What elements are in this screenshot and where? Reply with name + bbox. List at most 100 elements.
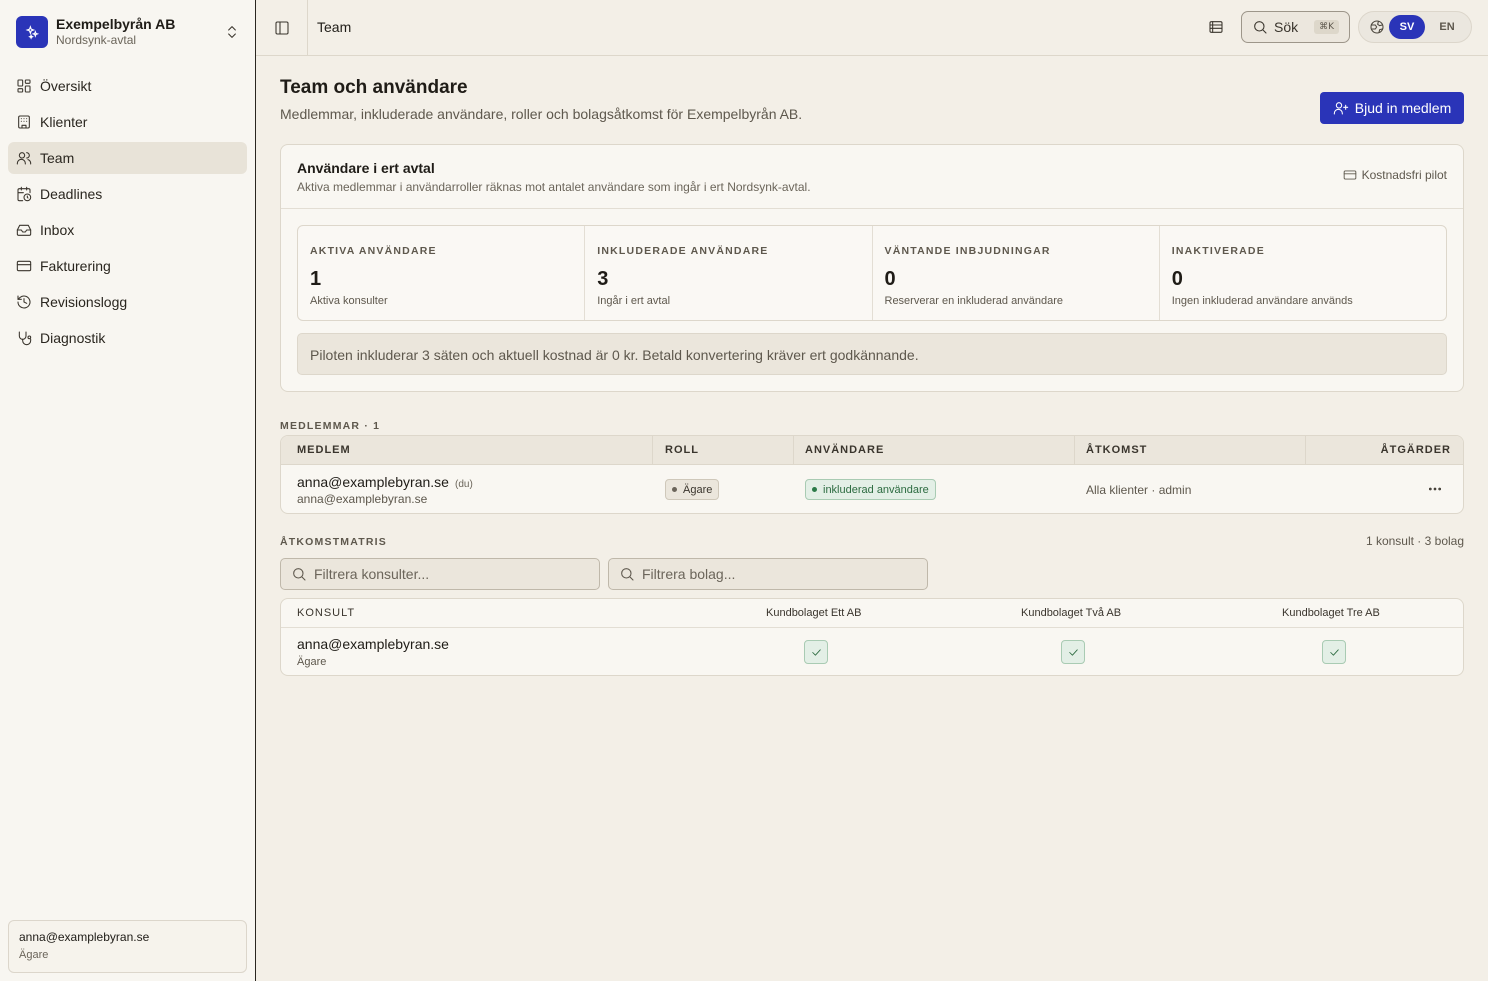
- org-subtitle: Nordsynk-avtal: [56, 33, 137, 47]
- stat-note: Aktiva konsulter: [310, 295, 388, 307]
- check-icon: [1328, 646, 1341, 659]
- role-badge[interactable]: Ägare: [665, 479, 720, 500]
- sidebar: Exempelbyrån AB Nordsynk-avtal Översikt …: [0, 0, 256, 981]
- pilot-notice: Piloten inkluderar 3 säten och aktuell k…: [297, 333, 1447, 375]
- language-switcher: SV EN: [1358, 11, 1472, 43]
- member-email-text: anna@examplebyran.se: [297, 474, 449, 490]
- matrix-section-label: ÅTKOMSTMATRIS: [280, 536, 387, 548]
- sidebar-item-label: Team: [40, 150, 75, 166]
- inbox-icon: [16, 222, 32, 238]
- members-section-label: MEDLEMMAR · 1: [280, 420, 381, 432]
- page-subtitle: Medlemmar, inkluderade användare, roller…: [280, 106, 803, 122]
- check-icon: [1067, 646, 1080, 659]
- search-shortcut: ⌘K: [1314, 20, 1339, 34]
- lang-en-button[interactable]: EN: [1429, 15, 1465, 39]
- stat-value: 0: [1171, 268, 1183, 290]
- stat-value: 3: [597, 268, 609, 290]
- org-switcher[interactable]: Exempelbyrån AB Nordsynk-avtal: [8, 8, 248, 56]
- stat-note: Ingen inkluderad användare används: [1171, 295, 1353, 307]
- stat-label: VÄNTANDE INBJUDNINGAR: [884, 245, 1051, 257]
- table-row: anna@examplebyran.se (du) anna@examplebyr…: [281, 465, 1463, 513]
- search-icon: [619, 566, 635, 582]
- matrix-count: 1 konsult · 3 bolag: [1365, 534, 1464, 548]
- col-company-3: Kundbolaget Tre AB: [1282, 607, 1380, 619]
- member-subtext: anna@examplebyran.se: [297, 492, 428, 506]
- col-user[interactable]: ANVÄNDARE: [805, 436, 884, 465]
- access-checkbox-company-3[interactable]: [1322, 640, 1346, 664]
- globe-icon: [1369, 19, 1385, 35]
- access-matrix: KONSULT Kundbolaget Ett AB Kundbolaget T…: [280, 598, 1464, 676]
- stat-pending-invites: VÄNTANDE INBJUDNINGAR 0 Reserverar en in…: [873, 226, 1160, 320]
- access-checkbox-company-2[interactable]: [1061, 640, 1085, 664]
- check-icon: [810, 646, 823, 659]
- members-table: MEDLEM ROLL ANVÄNDARE ÅTKOMST ÅTGÄRDER a…: [280, 435, 1464, 514]
- sidebar-item-label: Klienter: [40, 114, 88, 130]
- user-plus-icon: [1333, 100, 1349, 116]
- sidebar-item-klienter[interactable]: Klienter: [8, 106, 247, 138]
- user-status-badge: inkluderad användare: [805, 479, 936, 500]
- invite-member-label: Bjud in medlem: [1354, 100, 1452, 116]
- sidebar-item-inbox[interactable]: Inbox: [8, 214, 247, 246]
- stat-value: 1: [310, 268, 322, 290]
- matrix-header: KONSULT Kundbolaget Ett AB Kundbolaget T…: [281, 599, 1463, 628]
- stat-label: AKTIVA ANVÄNDARE: [310, 245, 437, 257]
- sidebar-item-label: Fakturering: [40, 258, 111, 274]
- stethoscope-icon: [16, 330, 32, 346]
- col-member[interactable]: MEDLEM: [297, 436, 351, 465]
- panel-left-icon: [274, 20, 290, 36]
- col-role[interactable]: ROLL: [665, 436, 699, 465]
- matrix-filters: [280, 558, 928, 590]
- user-role: Ägare: [19, 949, 49, 961]
- col-company-1: Kundbolaget Ett AB: [766, 607, 862, 619]
- sidebar-item-fakturering[interactable]: Fakturering: [8, 250, 247, 282]
- col-actions: ÅTGÄRDER: [1380, 444, 1451, 456]
- sidebar-item-label: Deadlines: [40, 186, 103, 202]
- credit-card-icon: [16, 258, 32, 274]
- org-name: Exempelbyrån AB: [56, 16, 176, 32]
- filter-consultants: [280, 558, 600, 590]
- chevrons-up-down-icon[interactable]: [224, 24, 240, 40]
- sidebar-toggle-button[interactable]: [256, 0, 308, 55]
- stat-note: Ingår i ert avtal: [597, 295, 671, 307]
- credit-card-icon: [1343, 168, 1357, 182]
- history-icon: [16, 294, 32, 310]
- sidebar-item-label: Inbox: [40, 222, 75, 238]
- col-company-2: Kundbolaget Två AB: [1021, 607, 1122, 619]
- page-breadcrumb: Team: [317, 19, 352, 35]
- sidebar-item-revisionslogg[interactable]: Revisionslogg: [8, 286, 247, 318]
- user-status-label: inkluderad användare: [823, 483, 929, 496]
- sidebar-item-label: Diagnostik: [40, 330, 106, 346]
- filter-companies-input[interactable]: [642, 566, 912, 582]
- topbar: Team Sök ⌘K SV EN: [256, 0, 1488, 56]
- invite-member-button[interactable]: Bjud in medlem: [1320, 92, 1464, 124]
- filter-companies: [608, 558, 928, 590]
- sidebar-item-deadlines[interactable]: Deadlines: [8, 178, 247, 210]
- search-button[interactable]: Sök ⌘K: [1241, 11, 1350, 43]
- sidebar-item-team[interactable]: Team: [8, 142, 247, 174]
- sidebar-item-oversikt[interactable]: Översikt: [8, 70, 247, 102]
- member-access: Alla klienter · admin: [1086, 483, 1192, 497]
- stat-active-users: AKTIVA ANVÄNDARE 1 Aktiva konsulter: [298, 226, 586, 320]
- you-tag: (du): [454, 479, 473, 490]
- seats-title: Användare i ert avtal: [297, 160, 435, 176]
- pilot-badge: Kostnadsfri pilot: [1343, 168, 1447, 182]
- more-actions-icon[interactable]: [1425, 481, 1445, 497]
- building-icon: [16, 114, 32, 130]
- user-menu[interactable]: anna@examplebyran.se Ägare: [8, 920, 247, 973]
- consultant-name: anna@examplebyran.se: [297, 636, 449, 652]
- org-logo: [16, 16, 48, 48]
- table-header: MEDLEM ROLL ANVÄNDARE ÅTKOMST ÅTGÄRDER: [281, 436, 1463, 465]
- filter-consultants-input[interactable]: [314, 566, 584, 582]
- stat-included-users: INKLUDERADE ANVÄNDARE 3 Ingår i ert avta…: [585, 226, 873, 320]
- access-checkbox-company-1[interactable]: [804, 640, 828, 664]
- seats-description: Aktiva medlemmar i användarroller räknas…: [297, 180, 811, 194]
- list-view-icon[interactable]: [1207, 18, 1225, 36]
- user-email: anna@examplebyran.se: [19, 930, 150, 944]
- col-access[interactable]: ÅTKOMST: [1086, 436, 1147, 465]
- lang-sv-button[interactable]: SV: [1389, 15, 1425, 39]
- col-consultant: KONSULT: [297, 607, 356, 619]
- sidebar-item-diagnostik[interactable]: Diagnostik: [8, 322, 247, 354]
- dashboard-icon: [16, 78, 32, 94]
- seat-stats: AKTIVA ANVÄNDARE 1 Aktiva konsulter INKL…: [297, 225, 1447, 321]
- search-icon: [291, 566, 307, 582]
